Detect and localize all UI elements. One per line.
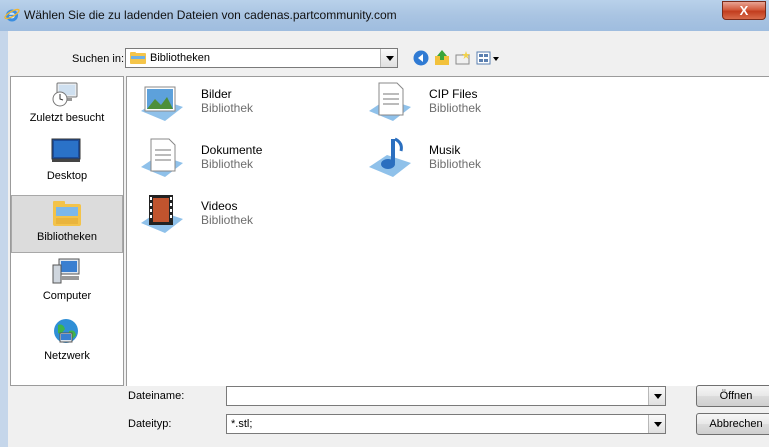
open-button[interactable]: Öffnen bbox=[696, 385, 769, 407]
documents-library-icon bbox=[141, 138, 183, 177]
network-icon bbox=[54, 319, 78, 343]
file-type: Bibliothek bbox=[201, 101, 254, 115]
videos-library-icon bbox=[141, 195, 183, 233]
documents-library-icon bbox=[369, 82, 411, 121]
look-in-value: Bibliotheken bbox=[150, 52, 210, 64]
back-icon[interactable] bbox=[412, 49, 430, 67]
filename-input[interactable] bbox=[226, 386, 666, 406]
file-list[interactable]: Bilder Bibliothek CIP Files Bibliothek D… bbox=[126, 76, 769, 386]
place-recent[interactable]: Zuletzt besucht bbox=[11, 77, 123, 135]
list-item[interactable]: Bilder Bibliothek bbox=[139, 79, 369, 129]
up-folder-icon[interactable] bbox=[433, 49, 451, 67]
place-network[interactable]: Netzwerk bbox=[11, 315, 123, 373]
libraries-folder-icon bbox=[130, 52, 146, 64]
pictures-library-icon bbox=[141, 86, 183, 121]
place-libraries[interactable]: Bibliotheken bbox=[11, 195, 123, 253]
music-library-icon bbox=[369, 137, 411, 177]
place-label: Netzwerk bbox=[44, 350, 90, 362]
file-name: Bilder bbox=[201, 87, 232, 101]
list-item[interactable]: Musik Bibliothek bbox=[367, 135, 597, 185]
computer-icon bbox=[52, 258, 80, 284]
place-computer[interactable]: Computer bbox=[11, 255, 123, 313]
place-label: Zuletzt besucht bbox=[29, 112, 105, 124]
look-in-combo[interactable]: Bibliotheken bbox=[125, 48, 398, 68]
libraries-icon bbox=[53, 201, 81, 226]
filename-label: Dateiname: bbox=[128, 390, 185, 402]
file-open-dialog: Wählen Sie die zu ladenden Dateien von c… bbox=[0, 0, 769, 447]
chevron-down-icon[interactable] bbox=[648, 415, 665, 433]
desktop-icon bbox=[51, 138, 81, 162]
list-item[interactable]: Videos Bibliothek bbox=[139, 191, 369, 241]
dialog-body: Suchen in: Bibliotheken Zuletzt besucht … bbox=[8, 31, 769, 447]
chevron-down-icon[interactable] bbox=[380, 49, 397, 67]
file-type: Bibliothek bbox=[201, 157, 254, 171]
list-item[interactable]: Dokumente Bibliothek bbox=[139, 135, 369, 185]
filetype-label: Dateityp: bbox=[128, 418, 172, 430]
close-icon: X bbox=[739, 3, 749, 18]
place-label: Desktop bbox=[46, 170, 88, 182]
place-label: Computer bbox=[42, 290, 92, 302]
list-item[interactable]: CIP Files Bibliothek bbox=[367, 79, 597, 129]
place-desktop[interactable]: Desktop bbox=[11, 135, 123, 193]
close-button[interactable]: X bbox=[722, 1, 766, 20]
place-label: Bibliotheken bbox=[37, 231, 97, 243]
places-bar: Zuletzt besucht Desktop Bibliotheken Com… bbox=[10, 76, 124, 386]
filetype-value: *.stl; bbox=[231, 418, 253, 430]
chevron-down-icon[interactable] bbox=[648, 387, 665, 405]
window-title: Wählen Sie die zu ladenden Dateien von c… bbox=[24, 8, 397, 22]
file-name: Videos bbox=[201, 199, 238, 213]
internet-explorer-icon bbox=[4, 8, 20, 22]
title-bar[interactable]: Wählen Sie die zu ladenden Dateien von c… bbox=[0, 0, 769, 31]
file-name: Dokumente bbox=[201, 143, 263, 157]
file-name: CIP Files bbox=[429, 87, 478, 101]
file-type: Bibliothek bbox=[429, 157, 482, 171]
filetype-select[interactable]: *.stl; bbox=[226, 414, 666, 434]
view-menu-icon[interactable] bbox=[475, 49, 501, 67]
file-name: Musik bbox=[429, 143, 461, 157]
new-folder-icon[interactable] bbox=[454, 49, 472, 67]
cancel-button[interactable]: Abbrechen bbox=[696, 413, 769, 435]
look-in-label: Suchen in: bbox=[72, 53, 124, 65]
recent-places-icon bbox=[52, 82, 78, 107]
file-type: Bibliothek bbox=[429, 101, 482, 115]
file-type: Bibliothek bbox=[201, 213, 254, 227]
